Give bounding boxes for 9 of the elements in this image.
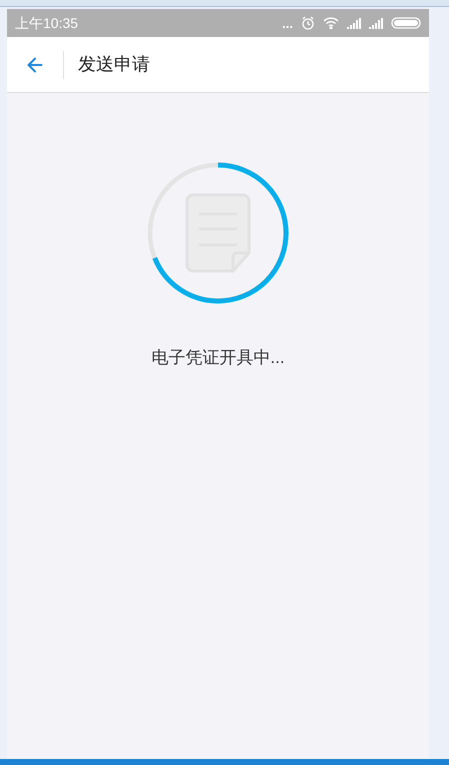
progress-label: 电子凭证开具中...: [151, 347, 285, 369]
more-dots: ...: [282, 16, 293, 30]
status-time: 上午10:35: [15, 14, 78, 32]
signal-icon: [347, 18, 361, 28]
wifi-icon: [323, 17, 339, 29]
alarm-icon: [301, 16, 315, 30]
page-title: 发送申请: [78, 53, 150, 76]
signal-icon: [369, 18, 383, 28]
battery-icon: [391, 17, 421, 29]
